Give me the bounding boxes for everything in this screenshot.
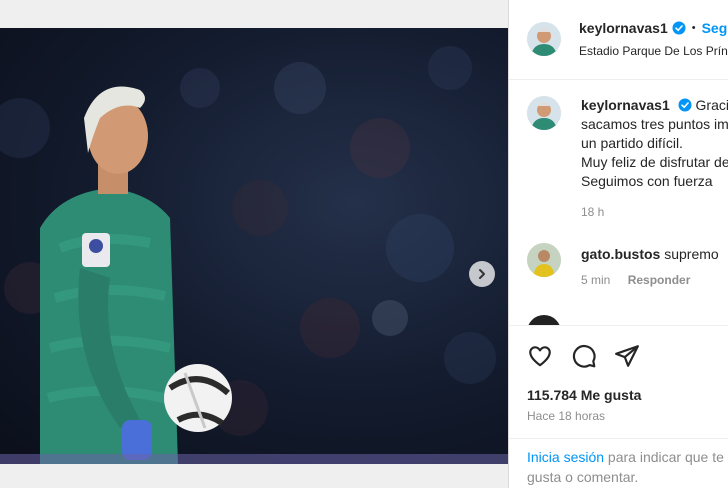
header-user-row: keylornavas1 • Seguir xyxy=(579,20,728,36)
caption-line: un partido difícil. xyxy=(581,135,683,151)
header-separator: • xyxy=(691,22,696,34)
login-prompt-text: Inicia sesión para indicar que te gusta … xyxy=(527,447,727,487)
avatar-image xyxy=(527,22,561,56)
comment-button[interactable] xyxy=(571,343,597,374)
avatar-image xyxy=(527,243,561,277)
follow-button[interactable]: Seguir xyxy=(702,20,728,36)
author-avatar[interactable] xyxy=(527,22,561,56)
next-slide-button[interactable] xyxy=(469,261,495,287)
post-actions: 115.784 Me gusta Hace 18 horas Inicia se… xyxy=(509,325,728,488)
avatar-image xyxy=(527,315,561,325)
heart-icon xyxy=(529,346,551,367)
verified-badge-icon xyxy=(678,98,692,112)
post-timestamp: Hace 18 horas xyxy=(527,409,606,423)
commenter-avatar[interactable] xyxy=(527,243,561,277)
author-username[interactable]: keylornavas1 xyxy=(579,20,668,36)
post-side-panel: keylornavas1 • Seguir Estadio Parque De … xyxy=(508,0,728,488)
comment-text: supremo xyxy=(664,246,719,262)
caption-line: Muy feliz de disfrutar de este juego. xyxy=(581,154,728,170)
caption-line: Seguimos con fuerza xyxy=(581,173,713,189)
comment-icon xyxy=(572,344,596,368)
comments-section[interactable]: keylornavas1 Gracias a todos sacamos tre… xyxy=(509,80,728,325)
comment-item: gato.bustos supremo xyxy=(581,246,719,262)
caption-time: 18 h xyxy=(581,205,605,219)
likes-count[interactable]: 115.784 Me gusta xyxy=(527,387,641,403)
login-prompt: Inicia sesión para indicar que te gusta … xyxy=(509,438,728,488)
comment-username[interactable]: gato.bustos xyxy=(581,246,660,262)
photo-illustration xyxy=(0,46,496,464)
reply-button[interactable]: Responder xyxy=(628,273,691,287)
like-button[interactable] xyxy=(527,343,553,374)
caption-author-avatar[interactable] xyxy=(527,96,561,130)
pitch-strip xyxy=(0,454,508,464)
share-button[interactable] xyxy=(614,343,640,374)
post-caption: keylornavas1 Gracias a todos sacamos tre… xyxy=(581,96,728,222)
verified-badge-icon xyxy=(672,21,686,35)
commenter-avatar[interactable] xyxy=(527,315,561,325)
avatar-image xyxy=(527,96,561,130)
caption-line: Gracias a todos xyxy=(695,97,728,113)
login-link[interactable]: Inicia sesión xyxy=(527,449,604,465)
chevron-right-icon xyxy=(479,269,485,279)
post-header: keylornavas1 • Seguir Estadio Parque De … xyxy=(509,0,728,80)
post-location[interactable]: Estadio Parque De Los Príncipes xyxy=(579,44,728,58)
paper-plane-icon xyxy=(615,345,639,367)
caption-username[interactable]: keylornavas1 xyxy=(581,97,670,113)
comment-meta: 5 min Responder xyxy=(581,273,690,287)
comment-time: 5 min xyxy=(581,273,611,287)
instagram-post-page: keylornavas1 • Seguir Estadio Parque De … xyxy=(0,0,728,488)
caption-line: sacamos tres puntos importantes en xyxy=(581,116,728,132)
post-photo[interactable] xyxy=(0,28,508,464)
